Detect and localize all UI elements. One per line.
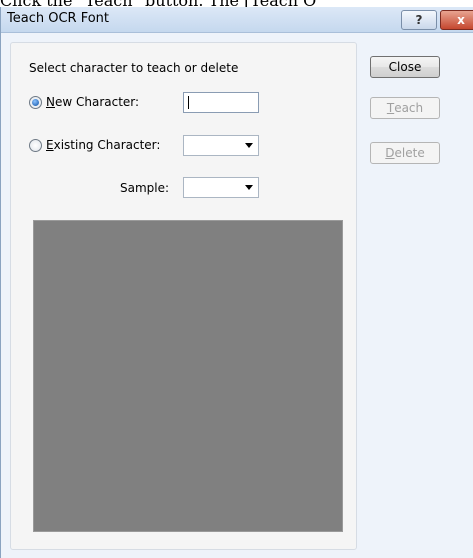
new-character-radio[interactable] xyxy=(29,96,42,109)
window-close-button[interactable]: x xyxy=(440,10,473,30)
help-icon: ? xyxy=(415,13,423,27)
teach-label-rest: each xyxy=(394,101,424,115)
mnemonic-e: E xyxy=(46,138,54,152)
title-bar[interactable]: Teach OCR Font ? x xyxy=(1,7,473,33)
new-character-input[interactable] xyxy=(183,92,259,113)
existing-character-radio[interactable] xyxy=(29,139,42,152)
character-preview-area xyxy=(33,220,343,532)
sample-label: Sample: xyxy=(120,181,170,195)
new-character-label-rest: ew Character: xyxy=(54,95,140,109)
existing-character-dropdown[interactable] xyxy=(183,135,259,156)
delete-button[interactable]: Delete xyxy=(370,142,440,164)
instruction-text: Select character to teach or delete xyxy=(29,61,239,75)
sample-dropdown[interactable] xyxy=(183,177,259,198)
text-caret xyxy=(188,96,189,109)
new-character-label[interactable]: New Character: xyxy=(46,95,139,109)
help-button[interactable]: ? xyxy=(401,10,437,30)
existing-character-label[interactable]: Existing Character: xyxy=(46,138,160,152)
close-icon: x xyxy=(457,13,465,27)
mnemonic-n: N xyxy=(46,95,55,109)
window-title: Teach OCR Font xyxy=(7,11,109,26)
close-button[interactable]: Close xyxy=(370,56,440,78)
mnemonic-t: T xyxy=(386,101,395,115)
chevron-down-icon xyxy=(245,143,253,148)
radio-selected-indicator xyxy=(32,99,39,106)
mnemonic-d: D xyxy=(385,146,395,160)
delete-label-rest: elete xyxy=(394,146,425,160)
existing-character-label-rest: xisting Character: xyxy=(53,138,161,152)
teach-button[interactable]: Teach xyxy=(370,97,440,119)
chevron-down-icon xyxy=(245,185,253,190)
